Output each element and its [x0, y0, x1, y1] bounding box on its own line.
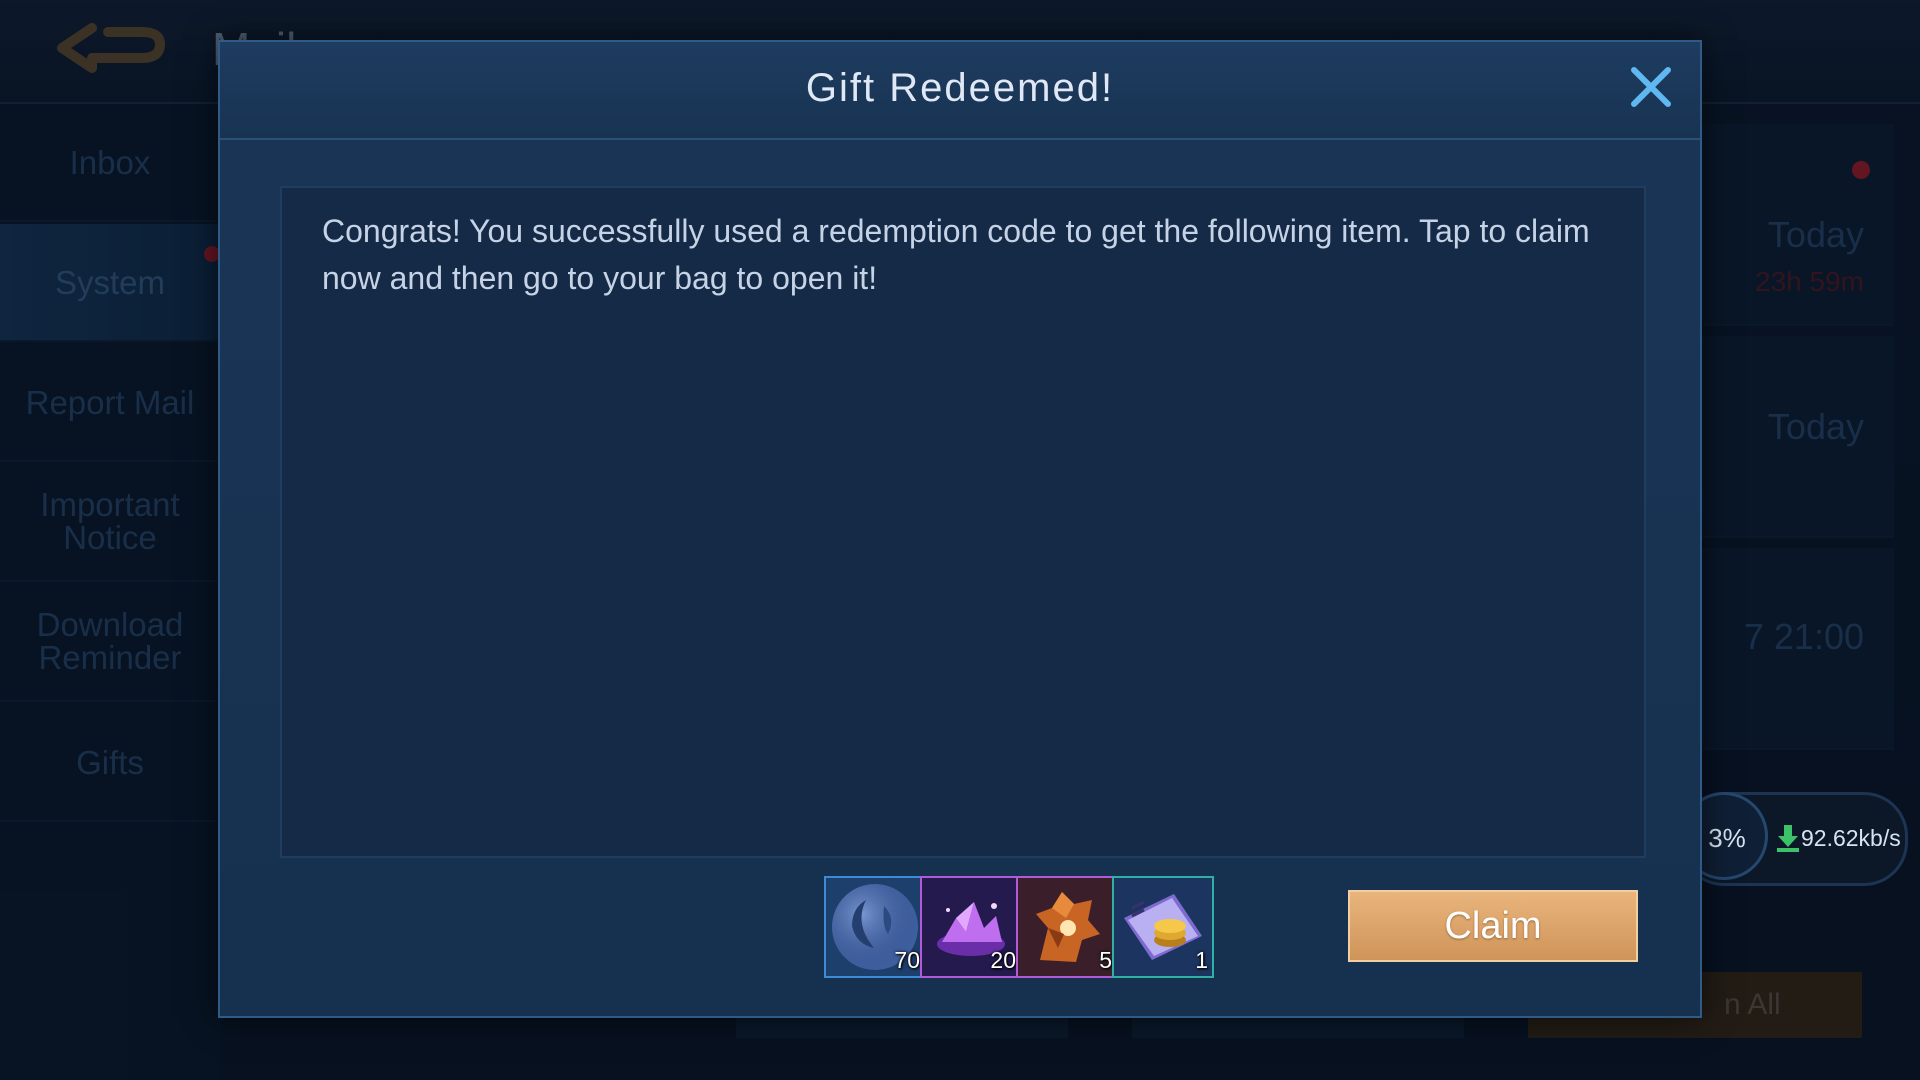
item-quantity: 20: [990, 947, 1016, 973]
reward-item[interactable]: 1: [1112, 876, 1214, 978]
message-text: Congrats! You successfully used a redemp…: [322, 213, 1590, 296]
reward-item[interactable]: 20: [920, 876, 1022, 978]
gift-redeemed-dialog: Gift Redeemed! Congrats! You successfull…: [218, 40, 1702, 1018]
reward-item[interactable]: 5: [1016, 876, 1118, 978]
download-speed: 92.62kb/s: [1801, 825, 1901, 851]
message-box: Congrats! You successfully used a redemp…: [280, 186, 1646, 858]
dialog-header: Gift Redeemed!: [220, 42, 1700, 140]
download-arrow-icon: [1775, 823, 1801, 853]
reward-item[interactable]: 70: [824, 876, 926, 978]
dialog-title: Gift Redeemed!: [805, 66, 1115, 110]
item-quantity: 1: [1195, 947, 1208, 973]
item-quantity: 70: [894, 947, 920, 973]
claim-button[interactable]: Claim: [1348, 890, 1638, 962]
close-icon[interactable]: [1628, 64, 1674, 110]
item-quantity: 5: [1099, 947, 1112, 973]
download-indicator[interactable]: 3% 92.62kb/s: [1680, 792, 1908, 886]
